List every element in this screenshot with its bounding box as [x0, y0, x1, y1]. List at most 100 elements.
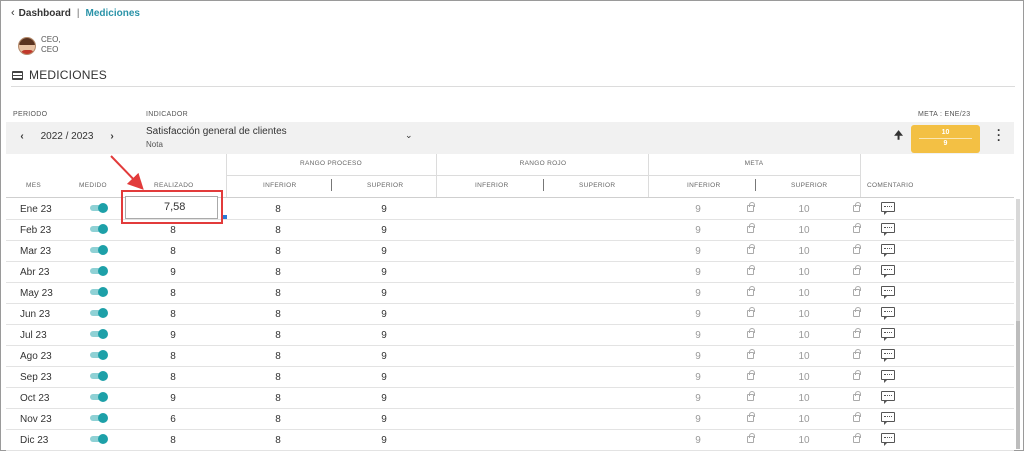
rp-inferior-value: 8 [275, 435, 281, 446]
month-label: Oct 23 [20, 393, 50, 404]
lock-icon [747, 328, 755, 338]
user-role: CEO, CEO [41, 35, 61, 55]
breadcrumb-dashboard-link[interactable]: Dashboard [19, 8, 71, 19]
medido-toggle[interactable] [90, 350, 108, 360]
realizado-value[interactable]: 8 [138, 246, 208, 257]
scrollbar-thumb[interactable] [1016, 321, 1020, 449]
realizado-value[interactable]: 9 [138, 267, 208, 278]
lock-icon [747, 223, 755, 233]
realizado-value[interactable]: 8 [138, 309, 208, 320]
meta-superior-value: 10 [798, 309, 810, 320]
medido-toggle[interactable] [90, 371, 108, 381]
rp-superior-value: 9 [381, 351, 387, 362]
medido-toggle[interactable] [90, 329, 108, 339]
medido-toggle[interactable] [90, 287, 108, 297]
lock-icon [747, 307, 755, 317]
lock-icon [747, 370, 755, 380]
chevron-down-icon[interactable]: ⌄ [405, 130, 413, 141]
lock-icon [747, 433, 755, 443]
lock-icon [853, 433, 861, 443]
comment-icon[interactable] [881, 433, 895, 446]
rp-inferior-value: 8 [275, 309, 281, 320]
medido-toggle[interactable] [90, 308, 108, 318]
col-m-superior: SUPERIOR [791, 182, 828, 189]
table-row: Dic 23 8 8 9 9 10 [6, 430, 1014, 451]
lock-icon [747, 202, 755, 212]
prev-period-icon[interactable]: ‹ [13, 131, 31, 142]
table-row: Ago 23 8 8 9 9 10 [6, 346, 1014, 367]
indicator-type: Nota [146, 140, 163, 149]
meta-superior-value: 10 [798, 246, 810, 257]
lock-icon [853, 223, 861, 233]
indicator-select[interactable]: Satisfacción general de clientes [146, 126, 287, 137]
comment-icon[interactable] [881, 244, 895, 257]
lock-icon [853, 412, 861, 422]
comment-icon[interactable] [881, 223, 895, 236]
medido-toggle[interactable] [90, 203, 108, 213]
month-label: Nov 23 [20, 414, 52, 425]
rp-superior-value: 9 [381, 372, 387, 383]
realizado-value[interactable]: 6 [138, 414, 208, 425]
comment-icon[interactable] [881, 391, 895, 404]
comment-icon[interactable] [881, 286, 895, 299]
back-chevron-icon[interactable]: ‹ [11, 7, 15, 19]
more-options-icon[interactable]: · · · [997, 124, 1001, 146]
rp-superior-value: 9 [381, 330, 387, 341]
realizado-value[interactable]: 9 [138, 330, 208, 341]
meta-inferior-value: 9 [695, 435, 701, 446]
comment-icon[interactable] [881, 370, 895, 383]
rp-superior-value: 9 [381, 435, 387, 446]
medido-toggle[interactable] [90, 224, 108, 234]
meta-badge: 10 9 [911, 125, 980, 153]
medido-toggle[interactable] [90, 413, 108, 423]
rp-inferior-value: 8 [275, 204, 281, 215]
rp-inferior-value: 8 [275, 225, 281, 236]
lock-icon [853, 307, 861, 317]
rp-inferior-value: 8 [275, 330, 281, 341]
period-value: 2022 / 2023 [40, 131, 94, 142]
rp-inferior-value: 8 [275, 414, 281, 425]
comment-icon[interactable] [881, 307, 895, 320]
month-label: Mar 23 [20, 246, 52, 257]
comment-icon[interactable] [881, 328, 895, 341]
meta-inferior-value: 9 [695, 267, 701, 278]
comment-icon[interactable] [881, 202, 895, 215]
cell-fill-handle[interactable] [223, 215, 227, 219]
meta-inferior-value: 9 [695, 414, 701, 425]
table-row: Abr 23 9 8 9 9 10 [6, 262, 1014, 283]
realizado-value[interactable]: 8 [138, 435, 208, 446]
meta-superior-value: 10 [798, 393, 810, 404]
realizado-value[interactable]: 8 [138, 372, 208, 383]
comment-icon[interactable] [881, 412, 895, 425]
meta-superior-value: 10 [798, 435, 810, 446]
lock-icon [853, 370, 861, 380]
month-label: Feb 23 [20, 225, 52, 236]
medido-toggle[interactable] [90, 266, 108, 276]
list-icon [12, 70, 23, 80]
group-meta: META [744, 160, 764, 167]
month-label: Ago 23 [20, 351, 52, 362]
realizado-value[interactable]: 8 [138, 225, 208, 236]
lock-icon [853, 349, 861, 359]
rp-superior-value: 9 [381, 246, 387, 257]
meta-superior-value: 10 [798, 372, 810, 383]
medido-toggle[interactable] [90, 392, 108, 402]
vertical-scrollbar[interactable] [1016, 199, 1020, 449]
table-row: May 23 8 8 9 9 10 [6, 283, 1014, 304]
meta-superior-value: 10 [798, 351, 810, 362]
table-row: Oct 23 9 8 9 9 10 [6, 388, 1014, 409]
table-row: Jul 23 9 8 9 9 10 [6, 325, 1014, 346]
comment-icon[interactable] [881, 265, 895, 278]
medido-toggle[interactable] [90, 245, 108, 255]
next-period-icon[interactable]: › [103, 131, 121, 142]
realizado-value[interactable]: 8 [138, 351, 208, 362]
rp-superior-value: 9 [381, 414, 387, 425]
breadcrumb: ‹ Dashboard | Mediciones [11, 7, 140, 19]
realizado-value[interactable]: 8 [138, 288, 208, 299]
comment-icon[interactable] [881, 349, 895, 362]
medido-toggle[interactable] [90, 434, 108, 444]
group-rango-rojo: RANGO ROJO [519, 160, 567, 167]
month-label: May 23 [20, 288, 53, 299]
realizado-value[interactable]: 9 [138, 393, 208, 404]
page-title-text: MEDICIONES [29, 68, 108, 82]
